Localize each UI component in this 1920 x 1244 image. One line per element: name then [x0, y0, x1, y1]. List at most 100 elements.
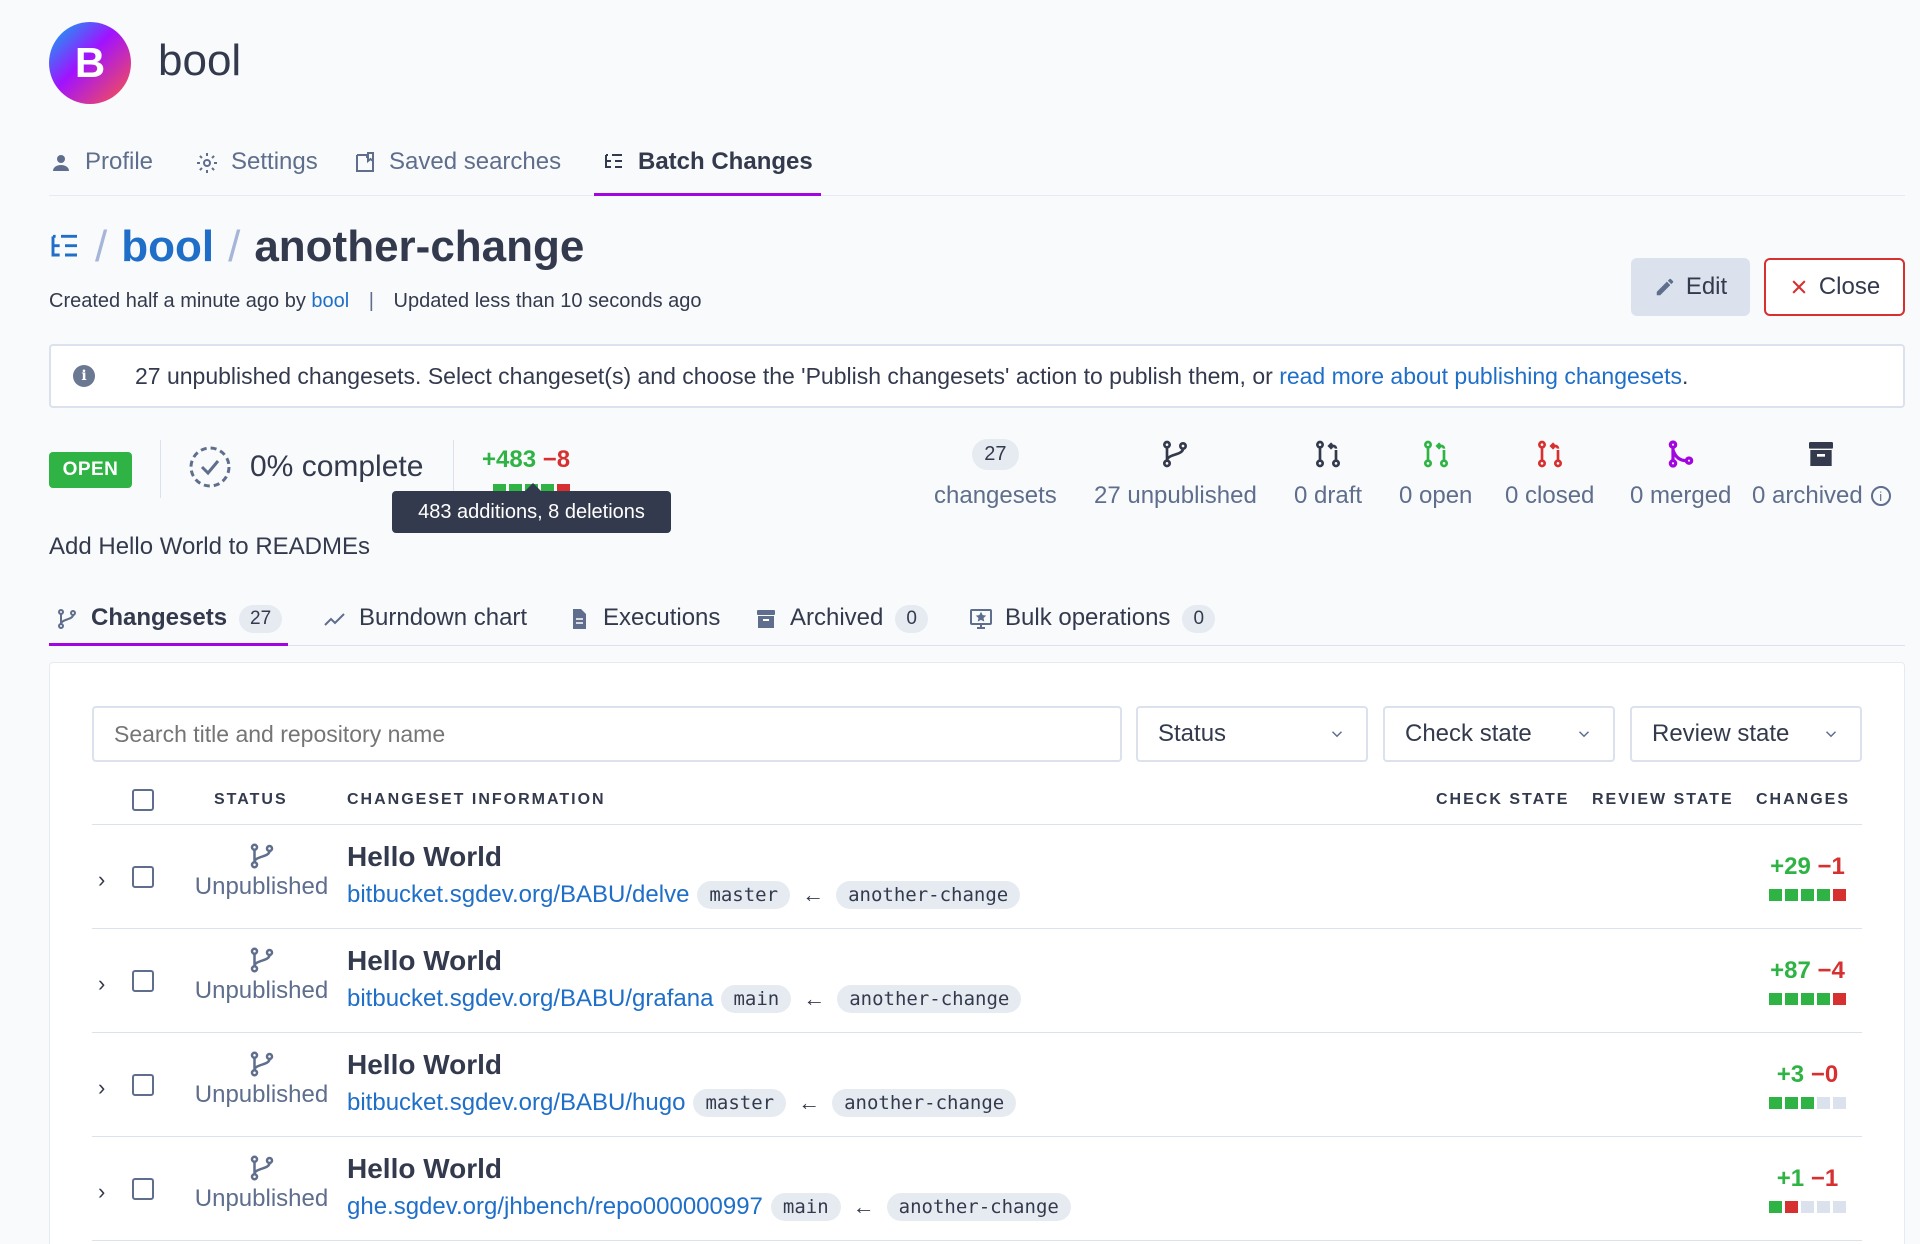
monitor-star-icon	[970, 609, 992, 629]
branch-icon	[58, 609, 76, 629]
repo-link[interactable]: bitbucket.sgdev.org/BABU/delve	[347, 881, 689, 909]
expand-chevron-icon[interactable]: ›	[98, 1075, 105, 1101]
username-heading: bool	[158, 36, 242, 85]
expand-chevron-icon[interactable]: ›	[98, 971, 105, 997]
diff-block	[1785, 1201, 1798, 1213]
info-circle-icon[interactable]: i	[1870, 486, 1891, 506]
alert-text: 27 unpublished changesets. Select change…	[135, 362, 1689, 389]
batch-changes-icon	[605, 154, 622, 168]
head-branch: another-change	[886, 1193, 1071, 1221]
close-button[interactable]: Close	[1764, 258, 1905, 316]
changesets-tab-count: 27	[239, 605, 283, 633]
changeset-repo-info: bitbucket.sgdev.org/BABU/hugo master ← a…	[347, 1089, 1017, 1117]
breadcrumb-separator: /	[95, 222, 108, 271]
changes-stat: +3 −0	[1769, 1061, 1846, 1109]
batch-change-tabs: Changesets 27 Burndown chart Executions …	[49, 594, 1905, 646]
base-branch: main	[770, 1193, 841, 1221]
changeset-status: Unpublished	[174, 839, 349, 901]
tab-profile[interactable]: Profile	[49, 140, 153, 196]
stat-open: 0 open	[1399, 434, 1472, 510]
tab-profile-label: Profile	[85, 148, 154, 175]
diff-blocks	[1769, 889, 1846, 901]
diff-block	[1769, 993, 1782, 1005]
close-icon	[1792, 280, 1806, 294]
changeset-status: Unpublished	[174, 943, 349, 1005]
diff-block	[1769, 889, 1782, 901]
progress-circle-icon	[189, 446, 231, 488]
changeset-title: Hello World	[347, 1049, 503, 1080]
branch-icon	[250, 1155, 273, 1181]
expand-chevron-icon[interactable]: ›	[98, 867, 105, 893]
tab-bulk-operations[interactable]: Bulk operations 0	[969, 594, 1216, 646]
diff-blocks	[1769, 1201, 1846, 1213]
diff-block	[1801, 993, 1814, 1005]
diff-block	[1801, 1201, 1814, 1213]
archived-tab-count: 0	[895, 605, 928, 633]
diff-block	[1785, 1097, 1798, 1109]
namespace-link[interactable]: bool	[121, 222, 214, 272]
row-checkbox[interactable]	[132, 1178, 154, 1200]
batch-change-name: another-change	[254, 222, 585, 271]
changes-stat: +87 −4	[1769, 957, 1846, 1005]
column-header-check-state: CHECK STATE	[1436, 791, 1570, 808]
closed-pr-icon	[1537, 440, 1562, 468]
check-state-filter-select[interactable]: Check state	[1383, 706, 1615, 762]
tab-changesets[interactable]: Changesets 27	[49, 594, 289, 646]
created-text: Created half a minute ago by	[49, 290, 306, 312]
open-pr-icon	[1423, 440, 1448, 468]
repo-link[interactable]: bitbucket.sgdev.org/BABU/grafana	[347, 985, 713, 1013]
user-avatar: B	[49, 22, 131, 104]
table-row: › Unpublished Hello World ghe.sgdev.org/…	[92, 1137, 1862, 1241]
diff-block	[1833, 889, 1846, 901]
changesets-count: 27	[972, 438, 1019, 470]
chevron-down-icon	[1825, 731, 1837, 738]
status-badge: OPEN	[49, 452, 132, 488]
changeset-repo-info: bitbucket.sgdev.org/BABU/delve master ← …	[347, 881, 1021, 909]
base-branch: master	[693, 1089, 787, 1117]
draft-pr-icon	[1316, 440, 1341, 468]
edit-button[interactable]: Edit	[1631, 258, 1750, 316]
tab-executions[interactable]: Executions	[567, 594, 720, 646]
diff-block	[1817, 993, 1830, 1005]
info-icon: i	[51, 346, 117, 406]
repo-link[interactable]: bitbucket.sgdev.org/BABU/hugo	[347, 1089, 685, 1117]
row-checkbox[interactable]	[132, 970, 154, 992]
tab-settings[interactable]: Settings	[195, 140, 318, 196]
stat-closed: 0 closed	[1505, 434, 1594, 510]
tab-saved-label: Saved searches	[389, 148, 562, 175]
repo-link[interactable]: ghe.sgdev.org/jhbench/repo000000997	[347, 1193, 763, 1221]
expand-chevron-icon[interactable]: ›	[98, 1179, 105, 1205]
tab-archived[interactable]: Archived 0	[754, 594, 928, 646]
search-input[interactable]	[92, 706, 1122, 762]
diff-block	[1769, 1201, 1782, 1213]
row-checkbox[interactable]	[132, 866, 154, 888]
author-link[interactable]: bool	[311, 290, 349, 312]
select-all-checkbox[interactable]	[132, 789, 154, 811]
changeset-title: Hello World	[347, 945, 503, 976]
changeset-title: Hello World	[347, 1153, 503, 1184]
breadcrumb-separator: /	[228, 222, 241, 271]
column-header-info: CHANGESET INFORMATION	[347, 791, 606, 808]
tab-batch-changes[interactable]: Batch Changes	[594, 140, 821, 196]
branch-icon	[250, 947, 273, 973]
head-branch: another-change	[832, 1089, 1017, 1117]
diff-added: +483	[482, 446, 537, 473]
batch-change-description: Add Hello World to READMEs	[49, 533, 370, 560]
changeset-repo-info: bitbucket.sgdev.org/BABU/grafana main ← …	[347, 985, 1022, 1013]
unpublished-alert: i 27 unpublished changesets. Select chan…	[49, 344, 1905, 408]
changeset-status: Unpublished	[174, 1151, 349, 1213]
chart-line-icon	[324, 613, 345, 626]
row-checkbox[interactable]	[132, 1074, 154, 1096]
stat-merged: 0 merged	[1630, 434, 1731, 510]
status-filter-select[interactable]: Status	[1136, 706, 1368, 762]
diff-block	[1785, 889, 1798, 901]
tab-burndown-chart[interactable]: Burndown chart	[323, 594, 527, 646]
tab-saved-searches[interactable]: Saved searches	[353, 140, 561, 196]
chevron-down-icon	[1578, 731, 1590, 738]
table-row: › Unpublished Hello World bitbucket.sgde…	[92, 1033, 1862, 1137]
diff-block	[1833, 993, 1846, 1005]
diff-tooltip: 483 additions, 8 deletions	[392, 483, 671, 533]
publishing-docs-link[interactable]: read more about publishing changesets	[1279, 363, 1682, 389]
review-state-filter-select[interactable]: Review state	[1630, 706, 1862, 762]
tab-batch-label: Batch Changes	[638, 148, 813, 175]
